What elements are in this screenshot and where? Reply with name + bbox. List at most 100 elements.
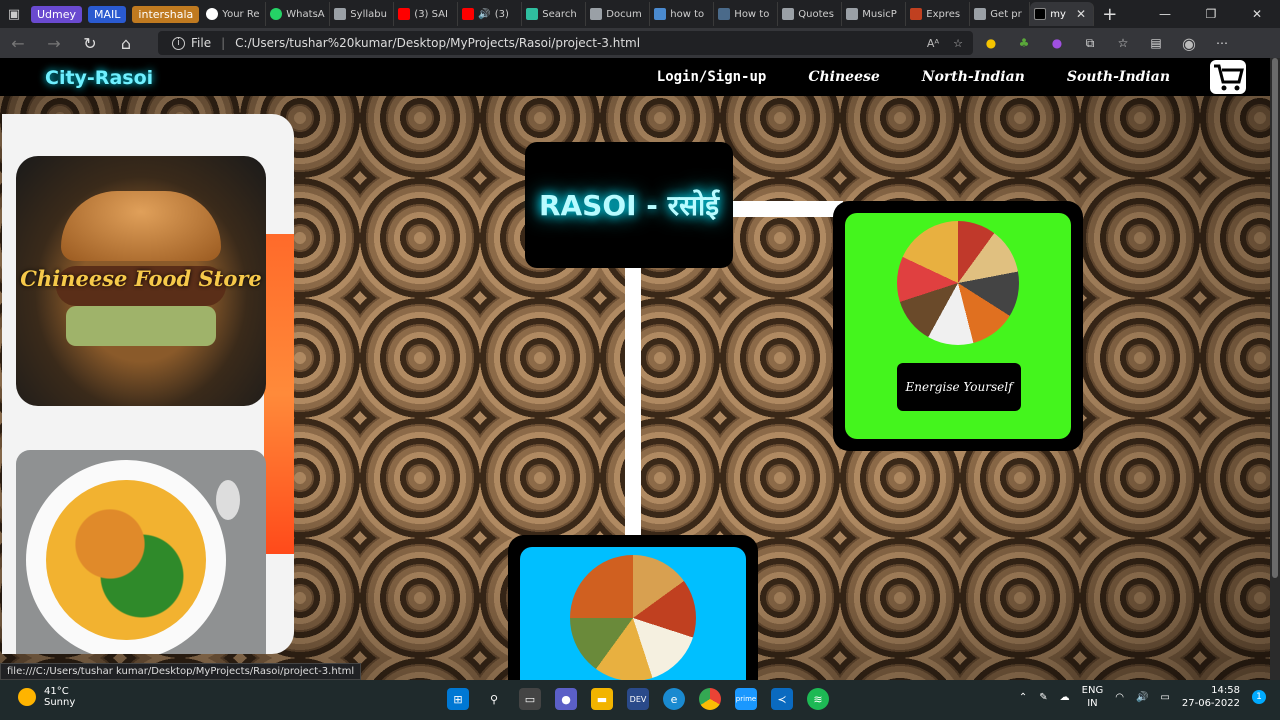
food-image bbox=[46, 480, 206, 640]
close-window-button[interactable]: ✕ bbox=[1234, 0, 1280, 28]
site-title-box: RASOI - रसोई bbox=[525, 142, 733, 268]
tab-syllabus[interactable]: Syllabu bbox=[330, 2, 395, 26]
site-brand[interactable]: City-Rasoi bbox=[45, 67, 153, 89]
energise-button[interactable]: Energise Yourself bbox=[897, 363, 1021, 411]
read-aloud-icon[interactable]: Aᴬ bbox=[927, 37, 939, 50]
cr-icon bbox=[1034, 8, 1047, 20]
favorites-icon[interactable]: ☆ bbox=[1114, 34, 1132, 52]
tab-youtube-2[interactable]: 🔊 (3) bbox=[458, 2, 523, 26]
wifi-icon[interactable]: ◠ bbox=[1115, 692, 1124, 703]
close-tab-icon[interactable]: ✕ bbox=[1076, 7, 1086, 21]
chevron-up-icon[interactable]: ⌃ bbox=[1019, 692, 1027, 703]
status-url: file:///C:/Users/tushar kumar/Desktop/My… bbox=[0, 663, 362, 680]
taskbar-apps: ⊞ ⚲ ▭ ● ▬ DEV e prime ≺ ≋ bbox=[447, 688, 829, 710]
tab-how-to-1[interactable]: how to bbox=[650, 2, 715, 26]
energise-card[interactable]: Energise Yourself bbox=[833, 201, 1083, 451]
clock[interactable]: 14:58 27-06-2022 bbox=[1182, 684, 1240, 710]
pen-icon[interactable]: ✎ bbox=[1039, 692, 1047, 703]
tab-active[interactable]: my ✕ bbox=[1030, 2, 1095, 26]
left-panel: Chineese Food Store bbox=[2, 114, 294, 654]
extension-tree-icon[interactable]: ♣ bbox=[1015, 34, 1033, 52]
windows-start-icon[interactable]: ⊞ bbox=[447, 688, 469, 710]
burger-salad bbox=[66, 306, 216, 346]
tab-search[interactable]: Search bbox=[522, 2, 587, 26]
volume-icon[interactable]: 🔊 bbox=[1136, 692, 1148, 703]
vscode-icon[interactable]: ≺ bbox=[771, 688, 793, 710]
web-page: City-Rasoi Login/Sign-up Chineese North-… bbox=[0, 58, 1270, 680]
new-tab-button[interactable]: + bbox=[1102, 4, 1117, 25]
tab-youtube-1[interactable]: (3) SAI bbox=[394, 2, 459, 26]
separator: | bbox=[221, 36, 226, 50]
sun-icon bbox=[18, 688, 36, 706]
thali-image bbox=[570, 555, 696, 680]
maximize-button[interactable]: ❐ bbox=[1188, 0, 1234, 28]
tab-document[interactable]: Docum bbox=[586, 2, 651, 26]
teams-icon[interactable]: ● bbox=[555, 688, 577, 710]
doc-icon bbox=[974, 8, 987, 20]
more-icon[interactable]: ⋯ bbox=[1213, 34, 1231, 52]
url-field[interactable]: i File | C:/Users/tushar%20kumar/Desktop… bbox=[158, 31, 973, 55]
lang-2: IN bbox=[1087, 698, 1098, 709]
thali-card[interactable] bbox=[508, 535, 758, 680]
login-signup-link[interactable]: Login/Sign-up bbox=[657, 69, 767, 85]
tab-get-pr[interactable]: Get pr bbox=[970, 2, 1031, 26]
dev-icon[interactable]: DEV bbox=[627, 688, 649, 710]
youtube-icon bbox=[398, 8, 411, 20]
cloud-icon[interactable]: ☁ bbox=[1060, 692, 1070, 703]
collections-icon[interactable]: ▤ bbox=[1147, 34, 1165, 52]
tab-whatsapp[interactable]: WhatsA bbox=[266, 2, 331, 26]
scrollbar-thumb[interactable] bbox=[1272, 58, 1278, 578]
tab-express[interactable]: Expres bbox=[906, 2, 971, 26]
profile-avatar[interactable]: ◉ bbox=[1180, 34, 1198, 53]
page-scrollbar[interactable] bbox=[1270, 58, 1280, 680]
speaker-icon[interactable]: 🔊 bbox=[478, 9, 490, 20]
address-bar: ← → ↻ ⌂ i File | C:/Users/tushar%20kumar… bbox=[0, 28, 1280, 58]
cart-icon[interactable] bbox=[1210, 60, 1246, 94]
p-icon bbox=[718, 8, 731, 20]
bookmark-intershala[interactable]: intershala bbox=[129, 2, 202, 26]
tab-github[interactable]: Your Re bbox=[202, 2, 267, 26]
breakfast-collage-image bbox=[897, 221, 1019, 345]
tab-how-to-2[interactable]: How to bbox=[714, 2, 779, 26]
prime-video-icon[interactable]: prime bbox=[735, 688, 757, 710]
language-indicator[interactable]: ENG IN bbox=[1082, 684, 1104, 710]
window-menu-icon[interactable]: ▣ bbox=[0, 0, 28, 28]
nav-link-north-indian[interactable]: North-Indian bbox=[922, 69, 1025, 85]
thali-card-inner bbox=[520, 547, 746, 680]
spotify-icon[interactable]: ≋ bbox=[807, 688, 829, 710]
search-icon bbox=[526, 8, 539, 20]
search-icon[interactable]: ⚲ bbox=[483, 688, 505, 710]
bookmark-udmey[interactable]: Udmey bbox=[28, 2, 85, 26]
nav-link-chineese[interactable]: Chineese bbox=[808, 69, 879, 85]
chineese-food-card[interactable]: Chineese Food Store bbox=[16, 156, 266, 406]
nav-link-south-indian[interactable]: South-Indian bbox=[1067, 69, 1170, 85]
horizontal-connector bbox=[733, 201, 843, 217]
forward-icon[interactable]: → bbox=[36, 34, 72, 53]
favorite-add-icon[interactable]: ☆ bbox=[953, 37, 963, 50]
extension-coin-icon[interactable]: ● bbox=[982, 34, 1000, 52]
bookmark-mail[interactable]: MAIL bbox=[85, 2, 129, 26]
tab-music[interactable]: MusicP bbox=[842, 2, 907, 26]
bowl-food-card[interactable] bbox=[16, 450, 266, 654]
info-icon[interactable]: i bbox=[172, 36, 185, 50]
refresh-icon[interactable]: ↻ bbox=[72, 34, 108, 53]
tab-quotes[interactable]: Quotes bbox=[778, 2, 843, 26]
battery-icon[interactable]: ▭ bbox=[1160, 692, 1169, 703]
chrome-icon[interactable] bbox=[699, 688, 721, 710]
file-label: File bbox=[191, 36, 212, 50]
home-icon[interactable]: ⌂ bbox=[108, 34, 144, 53]
back-icon[interactable]: ← bbox=[0, 34, 36, 53]
weather-widget[interactable]: 41°C Sunny bbox=[18, 686, 75, 708]
notification-badge[interactable]: 1 bbox=[1252, 690, 1266, 704]
edge-icon[interactable]: e bbox=[663, 688, 685, 710]
url-text: C:/Users/tushar%20kumar/Desktop/MyProjec… bbox=[235, 36, 641, 50]
window-controls: — ❐ ✕ bbox=[1142, 0, 1280, 28]
file-explorer-icon[interactable]: ▬ bbox=[591, 688, 613, 710]
extensions-icon[interactable]: ⧉ bbox=[1081, 34, 1099, 52]
minimize-button[interactable]: — bbox=[1142, 0, 1188, 28]
extension-purple-icon[interactable]: ● bbox=[1048, 34, 1066, 52]
spoon-image bbox=[216, 480, 240, 520]
youtube-icon bbox=[462, 8, 475, 20]
task-view-icon[interactable]: ▭ bbox=[519, 688, 541, 710]
lang-1: ENG bbox=[1081, 685, 1104, 696]
